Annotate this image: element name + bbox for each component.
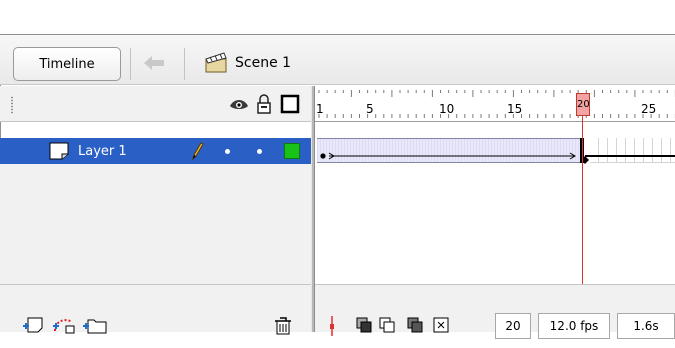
onion-skin-icon[interactable] [355, 316, 373, 334]
layer-controls-bar [0, 284, 311, 332]
toolbar-separator [184, 48, 185, 80]
timeline-button[interactable]: Timeline [13, 47, 121, 81]
modify-onion-markers-icon[interactable] [432, 316, 450, 334]
lock-icon[interactable] [256, 94, 272, 114]
timeline-button-label: Timeline [39, 56, 95, 72]
elapsed-time-value: 1.6s [633, 319, 659, 333]
trash-icon[interactable] [274, 316, 292, 336]
insert-folder-icon[interactable] [82, 316, 108, 334]
lock-dot-icon[interactable] [257, 149, 262, 154]
tween-arrow [320, 138, 675, 164]
insert-layer-icon[interactable] [22, 316, 44, 334]
scene-label[interactable]: Scene 1 [235, 55, 291, 71]
layer-row-layer-1[interactable] [0, 138, 311, 164]
edit-multiple-frames-icon[interactable] [406, 316, 424, 334]
outline-square-icon[interactable] [280, 94, 300, 114]
layer-name[interactable]: Layer 1 [78, 144, 127, 159]
pencil-icon [192, 142, 204, 161]
frame-rate-value: 12.0 fps [549, 319, 599, 333]
ruler-tick-label: 1 [316, 102, 324, 116]
frame-rate-field[interactable]: 12.0 fps [538, 313, 610, 339]
clapperboard-icon [205, 52, 227, 73]
center-frame-icon[interactable] [325, 316, 339, 336]
playhead-frame-label: 20 [577, 99, 590, 110]
elapsed-time-field[interactable]: 1.6s [617, 313, 675, 339]
current-frame-value: 20 [505, 319, 521, 333]
playhead[interactable]: 20 [576, 93, 590, 116]
current-frame-field[interactable]: 20 [495, 313, 531, 339]
back-arrow-icon[interactable] [138, 52, 170, 74]
layer-icon [49, 142, 69, 160]
ruler-tick-label: 5 [366, 102, 374, 116]
outline-color-icon[interactable] [284, 143, 300, 159]
ruler-tick-label: 10 [439, 102, 455, 116]
layer-list-area [0, 164, 311, 284]
onion-skin-outlines-icon[interactable] [378, 316, 396, 334]
ruler-tick-label: 25 [641, 102, 657, 116]
eye-icon[interactable] [228, 94, 250, 114]
toolbar-separator [130, 48, 131, 80]
drag-grip-icon[interactable] [10, 96, 14, 114]
add-motion-guide-icon[interactable] [52, 316, 76, 334]
visibility-dot-icon[interactable] [225, 149, 230, 154]
ruler-tick-label: 15 [507, 102, 523, 116]
